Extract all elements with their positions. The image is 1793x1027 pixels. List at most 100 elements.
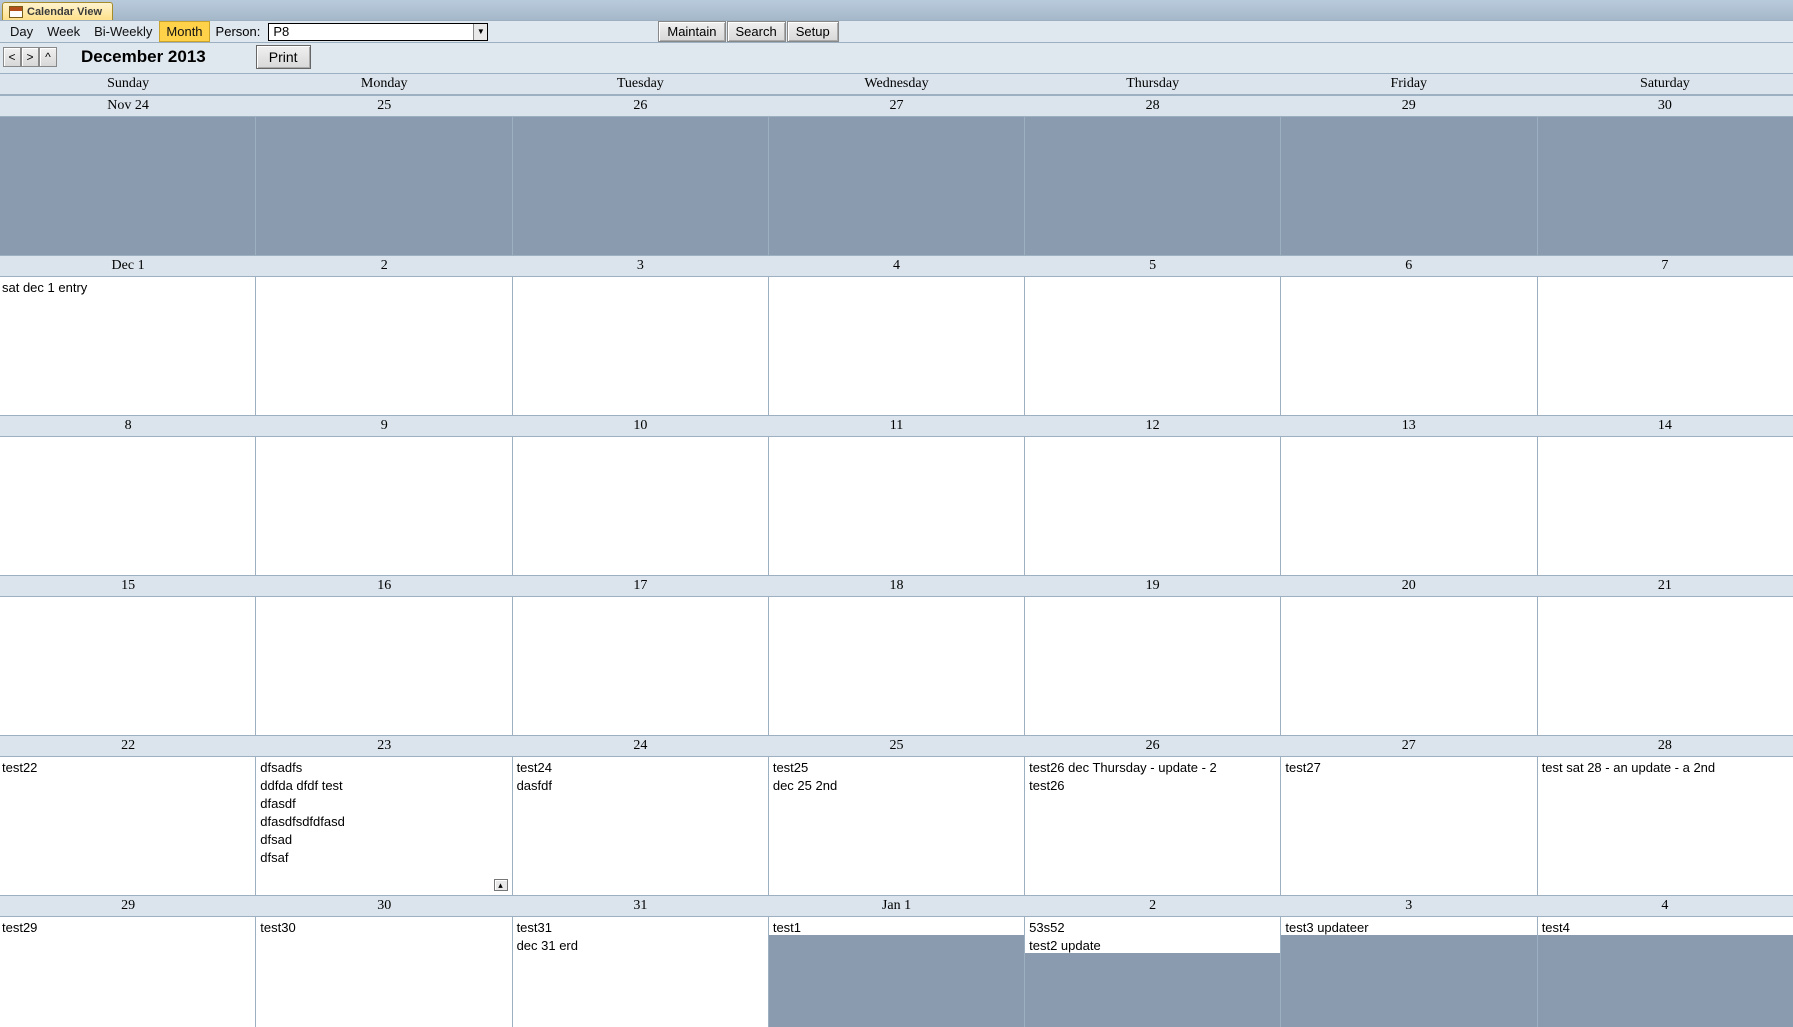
calendar-entry[interactable]: test30 — [256, 919, 511, 937]
person-combobox[interactable]: ▼ — [268, 23, 488, 41]
day-cell[interactable]: test31dec 31 erd — [513, 917, 769, 1027]
date-cell[interactable]: 20 — [1281, 576, 1537, 596]
calendar-entry[interactable]: test22 — [0, 759, 255, 777]
day-cell[interactable] — [1538, 597, 1793, 735]
day-cell[interactable]: test27 — [1281, 757, 1537, 895]
day-cell[interactable] — [256, 117, 512, 255]
tab-calendar-view[interactable]: Calendar View — [2, 2, 113, 20]
date-cell[interactable]: 25 — [256, 96, 512, 116]
date-cell[interactable]: Nov 24 — [0, 96, 256, 116]
day-cell[interactable]: test29 — [0, 917, 256, 1027]
date-cell[interactable]: 16 — [256, 576, 512, 596]
date-cell[interactable]: 28 — [1025, 96, 1281, 116]
day-cell[interactable]: 53s52test2 update — [1025, 917, 1281, 1027]
date-cell[interactable]: Dec 1 — [0, 256, 256, 276]
date-cell[interactable]: 4 — [1537, 896, 1793, 916]
date-cell[interactable]: 30 — [256, 896, 512, 916]
view-biweekly-button[interactable]: Bi-Weekly — [87, 21, 159, 42]
view-day-button[interactable]: Day — [3, 21, 40, 42]
date-cell[interactable]: 11 — [768, 416, 1024, 436]
date-cell[interactable]: 25 — [768, 736, 1024, 756]
day-cell[interactable] — [0, 117, 256, 255]
day-cell[interactable] — [769, 597, 1025, 735]
calendar-entry[interactable]: dec 25 2nd — [769, 777, 1024, 795]
date-cell[interactable]: 8 — [0, 416, 256, 436]
day-cell[interactable] — [769, 437, 1025, 575]
calendar-entry[interactable]: dec 31 erd — [513, 937, 768, 955]
calendar-entry[interactable]: test sat 28 - an update - a 2nd — [1538, 759, 1793, 777]
calendar-entry[interactable]: sat dec 1 entry — [0, 279, 255, 297]
date-cell[interactable]: 15 — [0, 576, 256, 596]
day-cell[interactable] — [1538, 437, 1793, 575]
view-month-button[interactable]: Month — [159, 21, 209, 42]
date-cell[interactable]: 29 — [0, 896, 256, 916]
calendar-entry[interactable]: test24 — [513, 759, 768, 777]
more-indicator[interactable]: ▴ — [494, 879, 508, 891]
date-cell[interactable]: 19 — [1025, 576, 1281, 596]
day-cell[interactable] — [513, 597, 769, 735]
day-cell[interactable] — [1538, 277, 1793, 415]
date-cell[interactable]: 12 — [1025, 416, 1281, 436]
day-cell[interactable] — [0, 597, 256, 735]
date-cell[interactable]: 6 — [1281, 256, 1537, 276]
day-cell[interactable]: test1 — [769, 917, 1025, 1027]
date-cell[interactable]: 29 — [1281, 96, 1537, 116]
setup-button[interactable]: Setup — [787, 21, 839, 42]
day-cell[interactable]: test3 updateer — [1281, 917, 1537, 1027]
day-cell[interactable] — [1025, 437, 1281, 575]
maintain-button[interactable]: Maintain — [658, 21, 725, 42]
date-cell[interactable]: 26 — [512, 96, 768, 116]
day-cell[interactable]: test22 — [0, 757, 256, 895]
date-cell[interactable]: 24 — [512, 736, 768, 756]
date-cell[interactable]: Jan 1 — [768, 896, 1024, 916]
person-input[interactable] — [268, 23, 488, 41]
day-cell[interactable] — [1281, 117, 1537, 255]
day-cell[interactable] — [1281, 597, 1537, 735]
date-cell[interactable]: 3 — [1281, 896, 1537, 916]
date-cell[interactable]: 28 — [1537, 736, 1793, 756]
chevron-down-icon[interactable]: ▼ — [473, 24, 487, 40]
day-cell[interactable] — [1538, 117, 1793, 255]
date-cell[interactable]: 5 — [1025, 256, 1281, 276]
calendar-entry[interactable]: ddfda dfdf test — [256, 777, 511, 795]
day-cell[interactable]: test sat 28 - an update - a 2nd — [1538, 757, 1793, 895]
day-cell[interactable]: test24dasfdf — [513, 757, 769, 895]
date-cell[interactable]: 30 — [1537, 96, 1793, 116]
calendar-entry[interactable]: dasfdf — [513, 777, 768, 795]
day-cell[interactable]: dfsadfsddfda dfdf testdfasdfdfasdfsdfdfa… — [256, 757, 512, 895]
day-cell[interactable] — [0, 437, 256, 575]
calendar-entry[interactable]: test25 — [769, 759, 1024, 777]
day-cell[interactable] — [513, 277, 769, 415]
calendar-entry[interactable]: dfsad — [256, 831, 511, 849]
prev-month-button[interactable]: < — [3, 47, 21, 67]
day-cell[interactable] — [1025, 277, 1281, 415]
day-cell[interactable]: test25dec 25 2nd — [769, 757, 1025, 895]
date-cell[interactable]: 22 — [0, 736, 256, 756]
view-week-button[interactable]: Week — [40, 21, 87, 42]
date-cell[interactable]: 7 — [1537, 256, 1793, 276]
date-cell[interactable]: 26 — [1025, 736, 1281, 756]
calendar-entry[interactable]: test27 — [1281, 759, 1536, 777]
day-cell[interactable]: test30 — [256, 917, 512, 1027]
date-cell[interactable]: 3 — [512, 256, 768, 276]
date-cell[interactable]: 27 — [1281, 736, 1537, 756]
day-cell[interactable] — [1281, 277, 1537, 415]
calendar-entry[interactable]: dfsadfs — [256, 759, 511, 777]
day-cell[interactable] — [513, 117, 769, 255]
calendar-entry[interactable]: test29 — [0, 919, 255, 937]
next-month-button[interactable]: > — [21, 47, 39, 67]
date-cell[interactable]: 18 — [768, 576, 1024, 596]
date-cell[interactable]: 2 — [1025, 896, 1281, 916]
day-cell[interactable] — [1025, 597, 1281, 735]
date-cell[interactable]: 21 — [1537, 576, 1793, 596]
calendar-entry[interactable]: test31 — [513, 919, 768, 937]
day-cell[interactable] — [1025, 117, 1281, 255]
date-cell[interactable]: 4 — [768, 256, 1024, 276]
date-cell[interactable]: 27 — [768, 96, 1024, 116]
day-cell[interactable]: test26 dec Thursday - update - 2test26 — [1025, 757, 1281, 895]
calendar-entry[interactable]: test26 — [1025, 777, 1280, 795]
search-button[interactable]: Search — [727, 21, 786, 42]
date-cell[interactable]: 2 — [256, 256, 512, 276]
day-cell[interactable] — [513, 437, 769, 575]
calendar-entry[interactable]: test26 dec Thursday - update - 2 — [1025, 759, 1280, 777]
